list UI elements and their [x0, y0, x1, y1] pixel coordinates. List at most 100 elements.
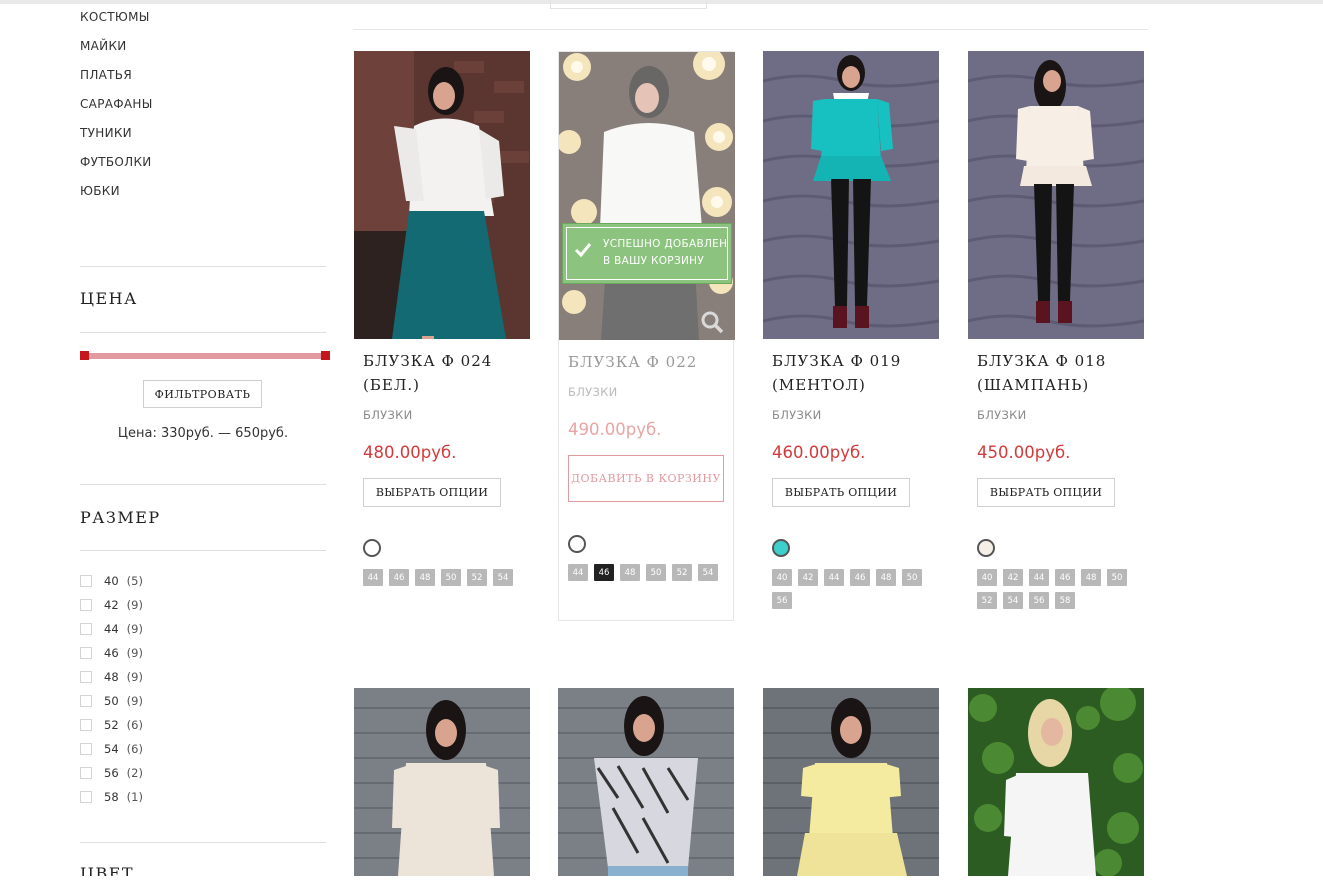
size-filter-option[interactable]: 50 (9)	[80, 693, 143, 709]
product-card-active: УСПЕШНО ДОБАВЛЕН В ВАШУ КОРЗИНУ БЛУЗКА Ф…	[558, 51, 735, 621]
select-options-button[interactable]: ВЫБРАТЬ ОПЦИИ	[363, 478, 501, 507]
price-range-text: Цена: 330руб. — 650руб.	[117, 426, 289, 441]
product-category[interactable]: БЛУЗКИ	[772, 408, 822, 422]
size-chip[interactable]: 40	[977, 569, 997, 586]
color-swatch-white[interactable]	[568, 535, 586, 553]
price-widget-title: ЦЕНА	[80, 289, 138, 308]
checkbox[interactable]	[80, 767, 92, 779]
product-card	[354, 688, 530, 878]
size-chip[interactable]: 58	[1055, 592, 1075, 609]
select-options-button[interactable]: ВЫБРАТЬ ОПЦИИ	[977, 478, 1115, 507]
category-item-futbolki[interactable]: ФУТБОЛКИ	[80, 155, 152, 169]
color-swatch-mint[interactable]	[772, 539, 790, 557]
size-chip[interactable]: 46	[850, 569, 870, 586]
zoom-icon[interactable]	[700, 310, 724, 334]
size-chip[interactable]: 50	[1107, 569, 1127, 586]
checkbox[interactable]	[80, 647, 92, 659]
size-count: (6)	[126, 742, 143, 756]
category-item-platya[interactable]: ПЛАТЬЯ	[80, 68, 132, 82]
size-filter-option[interactable]: 42 (9)	[80, 597, 143, 613]
size-count: (5)	[126, 574, 143, 588]
checkbox[interactable]	[80, 575, 92, 587]
size-chip[interactable]: 50	[646, 564, 666, 581]
product-name[interactable]: БЛУЗКА Ф 018 (ШАМПАНЬ)	[977, 349, 1142, 397]
size-chip[interactable]: 48	[415, 569, 435, 586]
product-card: БЛУЗКА Ф 018 (ШАМПАНЬ) БЛУЗКИ 450.00руб.…	[968, 51, 1144, 611]
product-name[interactable]: БЛУЗКА Ф 024 (БЕЛ.)	[363, 349, 528, 397]
add-to-cart-button[interactable]: ДОБАВИТЬ В КОРЗИНУ	[568, 455, 724, 502]
size-chip[interactable]: 40	[772, 569, 792, 586]
product-image[interactable]: УСПЕШНО ДОБАВЛЕН В ВАШУ КОРЗИНУ	[559, 52, 735, 340]
checkbox[interactable]	[80, 671, 92, 683]
size-label: 48	[104, 670, 119, 684]
size-chip[interactable]: 46	[1055, 569, 1075, 586]
size-filter-option[interactable]: 58 (1)	[80, 789, 143, 805]
product-category[interactable]: БЛУЗКИ	[363, 408, 413, 422]
size-filter-option[interactable]: 54 (6)	[80, 741, 143, 757]
price-slider-min-handle[interactable]	[80, 351, 89, 360]
size-chip[interactable]: 44	[568, 564, 588, 581]
size-chip[interactable]: 44	[824, 569, 844, 586]
size-chip[interactable]: 52	[672, 564, 692, 581]
product-card	[558, 688, 734, 878]
color-swatch-white[interactable]	[363, 539, 381, 557]
size-filter-option[interactable]: 56 (2)	[80, 765, 143, 781]
size-chip-selected[interactable]: 46	[594, 564, 614, 581]
product-category[interactable]: БЛУЗКИ	[568, 385, 618, 399]
size-chip[interactable]: 52	[467, 569, 487, 586]
size-filter-option[interactable]: 52 (6)	[80, 717, 143, 733]
checkbox[interactable]	[80, 743, 92, 755]
size-chip[interactable]: 50	[902, 569, 922, 586]
filter-button[interactable]: ФИЛЬТРОВАТЬ	[143, 380, 262, 408]
size-chip[interactable]: 50	[441, 569, 461, 586]
product-image[interactable]	[763, 688, 939, 876]
size-filter-option[interactable]: 40 (5)	[80, 573, 143, 589]
color-swatch-cream[interactable]	[977, 539, 995, 557]
checkbox[interactable]	[80, 695, 92, 707]
category-item-yubki[interactable]: ЮБКИ	[80, 184, 120, 198]
product-image[interactable]	[354, 688, 530, 876]
product-image[interactable]	[968, 51, 1144, 339]
category-item-tuniki[interactable]: ТУНИКИ	[80, 126, 132, 140]
price-slider-track[interactable]	[83, 353, 325, 359]
size-filter-option[interactable]: 48 (9)	[80, 669, 143, 685]
size-chip[interactable]: 46	[389, 569, 409, 586]
size-label: 40	[104, 574, 119, 588]
product-image[interactable]	[558, 688, 734, 876]
size-chip[interactable]: 44	[1029, 569, 1049, 586]
product-name[interactable]: БЛУЗКА Ф 022	[568, 350, 733, 374]
size-chip[interactable]: 42	[798, 569, 818, 586]
size-chip[interactable]: 56	[772, 592, 792, 609]
product-image[interactable]	[968, 688, 1144, 876]
size-chip[interactable]: 54	[698, 564, 718, 581]
product-image[interactable]	[354, 51, 530, 339]
checkbox[interactable]	[80, 623, 92, 635]
product-image[interactable]	[763, 51, 939, 339]
category-item-sarafany[interactable]: САРАФАНЫ	[80, 97, 153, 111]
size-chip[interactable]: 56	[1029, 592, 1049, 609]
size-chip[interactable]: 48	[1081, 569, 1101, 586]
size-chip[interactable]: 54	[493, 569, 513, 586]
category-item-mayki[interactable]: МАЙКИ	[80, 39, 127, 53]
select-options-button[interactable]: ВЫБРАТЬ ОПЦИИ	[772, 478, 910, 507]
size-count: (9)	[126, 598, 143, 612]
checkbox[interactable]	[80, 791, 92, 803]
sort-dropdown[interactable]	[550, 0, 707, 9]
product-name[interactable]: БЛУЗКА Ф 019 (МЕНТОЛ)	[772, 349, 937, 397]
size-chip[interactable]: 44	[363, 569, 383, 586]
product-price: 450.00руб.	[977, 443, 1071, 462]
price-slider-max-handle[interactable]	[321, 351, 330, 360]
checkbox[interactable]	[80, 599, 92, 611]
product-card: БЛУЗКА Ф 024 (БЕЛ.) БЛУЗКИ 480.00руб. ВЫ…	[354, 51, 530, 611]
category-item-kostyumy[interactable]: КОСТЮМЫ	[80, 10, 150, 24]
size-chip[interactable]: 42	[1003, 569, 1023, 586]
size-filter-option[interactable]: 46 (9)	[80, 645, 143, 661]
size-chip[interactable]: 48	[876, 569, 896, 586]
size-chip[interactable]: 48	[620, 564, 640, 581]
size-chip[interactable]: 54	[1003, 592, 1023, 609]
size-chips: 40 42 44 46 48 50 52 54 56 58	[977, 569, 1137, 609]
size-filter-option[interactable]: 44 (9)	[80, 621, 143, 637]
product-category[interactable]: БЛУЗКИ	[977, 408, 1027, 422]
checkbox[interactable]	[80, 719, 92, 731]
size-chip[interactable]: 52	[977, 592, 997, 609]
